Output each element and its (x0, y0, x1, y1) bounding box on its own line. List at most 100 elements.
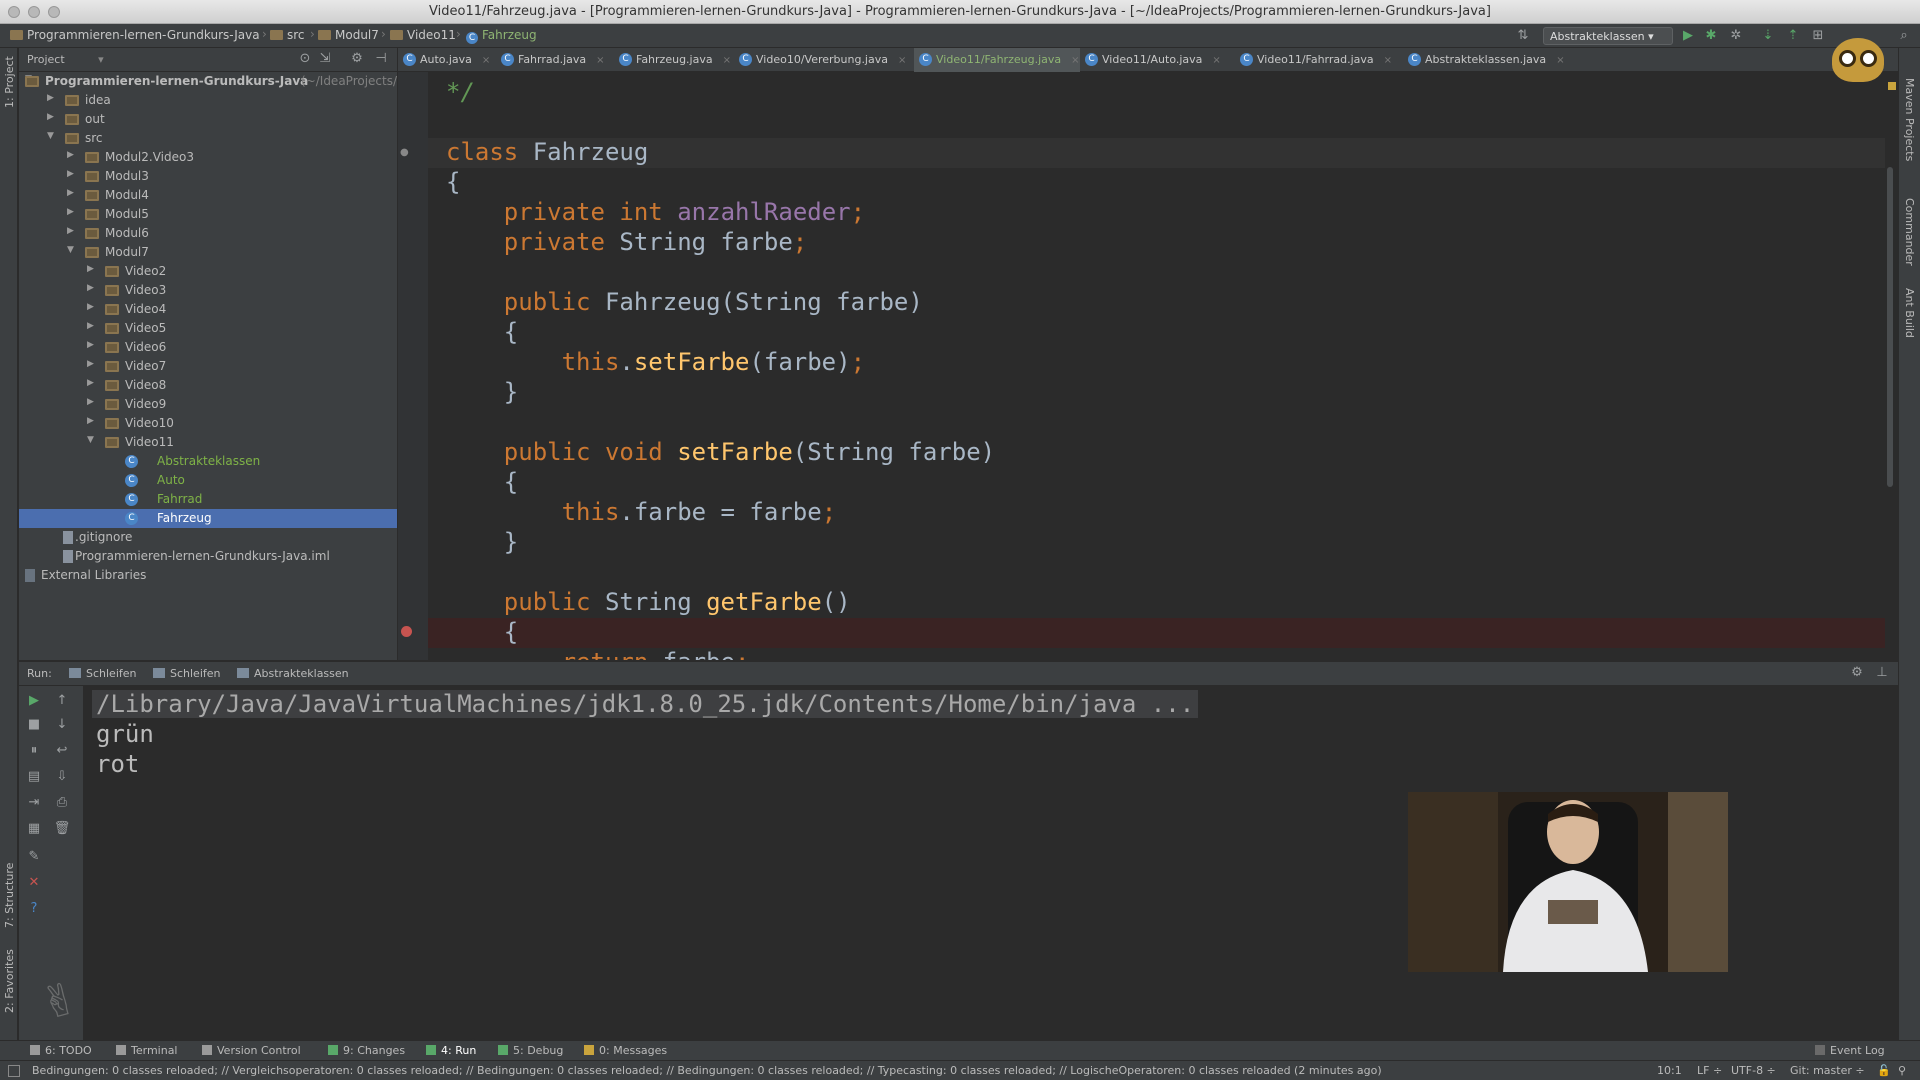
hide-icon[interactable]: ⊣ (373, 51, 389, 67)
chevron-right-icon[interactable]: ▶ (47, 93, 57, 103)
favorites-tool-button[interactable]: 2: Favorites (3, 949, 16, 1013)
chevron-right-icon[interactable]: ▶ (87, 302, 97, 312)
file-encoding[interactable]: UTF-8 ÷ (1731, 1064, 1776, 1077)
soft-wrap-icon[interactable]: ↩ (53, 742, 71, 760)
code-line[interactable] (428, 108, 1888, 138)
tree-item[interactable]: C Fahrzeug (19, 509, 397, 528)
editor-tab[interactable]: C Video11/Auto.java × (1080, 48, 1235, 72)
tree-item[interactable]: ▶ Modul4 (19, 186, 397, 205)
code-line[interactable]: class Fahrzeug (428, 138, 1888, 168)
close-icon[interactable]: ✕ (25, 874, 43, 892)
code-line[interactable]: } (428, 378, 1888, 408)
debug-icon[interactable]: ✱ (1703, 28, 1719, 44)
close-tab-icon[interactable]: × (1212, 55, 1220, 66)
chevron-right-icon[interactable]: ▶ (67, 226, 77, 236)
close-tab-icon[interactable]: × (898, 55, 906, 66)
vcs-update-icon[interactable]: ⇣ (1760, 28, 1776, 44)
commander-tool-button[interactable]: Commander (1903, 198, 1916, 266)
project-view-select[interactable]: Project ▾ (27, 53, 104, 66)
tool-window-button[interactable]: 4: Run (426, 1044, 476, 1057)
tool-window-button[interactable]: 0: Messages (584, 1044, 667, 1057)
code-line[interactable]: return farbe; (428, 648, 1888, 660)
tree-item[interactable]: ▶ Modul2.Video3 (19, 148, 397, 167)
tree-item[interactable]: ▶ Video6 (19, 338, 397, 357)
breadcrumb-video11[interactable]: Video11 (390, 28, 456, 42)
tree-item[interactable]: ▼ src (19, 129, 397, 148)
caret-position[interactable]: 10:1 (1657, 1064, 1682, 1077)
tree-item[interactable]: ▶ Video2 (19, 262, 397, 281)
close-tab-icon[interactable]: × (723, 55, 731, 66)
code-line[interactable]: private int anzahlRaeder; (428, 198, 1888, 228)
locate-icon[interactable]: ⊙ (297, 51, 313, 67)
vcs-branch[interactable]: Git: master ÷ (1790, 1064, 1865, 1077)
editor-tab[interactable]: C Fahrrad.java × (496, 48, 614, 72)
code-line[interactable] (428, 558, 1888, 588)
layout-icon[interactable]: ▦ (25, 820, 43, 838)
ant-build-tool-button[interactable]: Ant Build (1903, 288, 1916, 338)
lock-icon[interactable]: 🔓 (1877, 1064, 1891, 1077)
chevron-down-icon[interactable]: ▼ (67, 245, 77, 255)
code-line[interactable] (428, 408, 1888, 438)
tool-window-button[interactable]: Terminal (116, 1044, 178, 1057)
tree-item[interactable]: ▶ Video5 (19, 319, 397, 338)
tree-item[interactable]: ▼ Video11 (19, 433, 397, 452)
tool-window-button[interactable]: Version Control (202, 1044, 301, 1057)
code-line[interactable]: { (428, 468, 1888, 498)
scrollbar-thumb[interactable] (1887, 167, 1893, 487)
tree-item[interactable]: ▶ Modul5 (19, 205, 397, 224)
hide-panel-icon[interactable]: ⊥ (1874, 665, 1890, 681)
tree-item[interactable]: ▶ idea (19, 91, 397, 110)
print-icon[interactable]: ⎙ (53, 794, 71, 812)
tree-item[interactable]: ▶ Video10 (19, 414, 397, 433)
project-tool-button[interactable]: 1: Project (3, 56, 16, 108)
collapse-all-icon[interactable]: ⇲ (317, 51, 333, 67)
code-line[interactable]: public String getFarbe() (428, 588, 1888, 618)
code-line[interactable] (428, 258, 1888, 288)
run-tab-abstrakteklassen[interactable]: Abstrakteklassen (237, 667, 349, 680)
editor-tab[interactable]: C Video11/Fahrrad.java × (1235, 48, 1403, 72)
breadcrumb-project[interactable]: Programmieren-lernen-Grundkurs-Java (10, 28, 260, 42)
code-line[interactable]: this.farbe = farbe; (428, 498, 1888, 528)
maven-projects-tool-button[interactable]: Maven Projects (1903, 78, 1916, 161)
tree-item[interactable]: Programmieren-lernen-Grundkurs-Java.iml (19, 547, 397, 566)
code-line[interactable]: public Fahrzeug(String farbe) (428, 288, 1888, 318)
chevron-right-icon[interactable]: ▶ (67, 207, 77, 217)
chevron-right-icon[interactable]: ▶ (87, 378, 97, 388)
help-icon[interactable]: ? (25, 900, 43, 918)
inspector-icon[interactable]: ⚲ (1898, 1064, 1906, 1077)
chevron-right-icon[interactable]: ▶ (87, 283, 97, 293)
close-tab-icon[interactable]: × (1556, 55, 1564, 66)
breadcrumb-src[interactable]: src (270, 28, 305, 42)
editor-tab[interactable]: C Abstrakteklassen.java × (1403, 48, 1565, 72)
vcs-history-icon[interactable]: ⊞ (1810, 28, 1826, 44)
tree-item[interactable]: ▶ Modul6 (19, 224, 397, 243)
pause-icon[interactable]: ⏸ (25, 742, 43, 760)
chevron-right-icon[interactable]: ▶ (47, 112, 57, 122)
sort-icon[interactable]: ⇅ (1515, 28, 1531, 44)
tree-item[interactable]: .gitignore (19, 528, 397, 547)
chevron-down-icon[interactable]: ▼ (87, 435, 97, 445)
scroll-up-icon[interactable]: ↑ (53, 692, 71, 710)
line-separator[interactable]: LF ÷ (1697, 1064, 1722, 1077)
structure-tool-button[interactable]: 7: Structure (3, 863, 16, 928)
run-configuration-select[interactable]: Abstrakteklassen ▾ (1543, 27, 1673, 45)
status-message[interactable]: Bedingungen: 0 classes reloaded; // Verg… (32, 1064, 1382, 1077)
breakpoint-icon[interactable] (401, 626, 412, 637)
run-tab-schleifen-2[interactable]: Schleifen (153, 667, 221, 680)
chevron-right-icon[interactable]: ▶ (87, 416, 97, 426)
chevron-right-icon[interactable]: ▶ (87, 359, 97, 369)
chevron-right-icon[interactable]: ▶ (87, 321, 97, 331)
chevron-right-icon[interactable]: ▶ (87, 397, 97, 407)
tree-root[interactable]: ▼ Programmieren-lernen-Grundkurs-Java (~… (19, 72, 397, 91)
tree-item[interactable]: C Abstrakteklassen (19, 452, 397, 471)
close-tab-icon[interactable]: × (596, 55, 604, 66)
code-line[interactable]: { (428, 168, 1888, 198)
tree-item[interactable]: ▶ out (19, 110, 397, 129)
chevron-down-icon[interactable]: ▼ (47, 131, 57, 141)
tree-item[interactable]: ▼ Modul7 (19, 243, 397, 262)
coverage-icon[interactable]: ✲ (1728, 28, 1744, 44)
tree-item[interactable]: ▶ Video8 (19, 376, 397, 395)
code-line[interactable]: */ (428, 78, 1888, 108)
chevron-right-icon[interactable]: ▶ (67, 150, 77, 160)
tree-item[interactable]: ▶ Video3 (19, 281, 397, 300)
